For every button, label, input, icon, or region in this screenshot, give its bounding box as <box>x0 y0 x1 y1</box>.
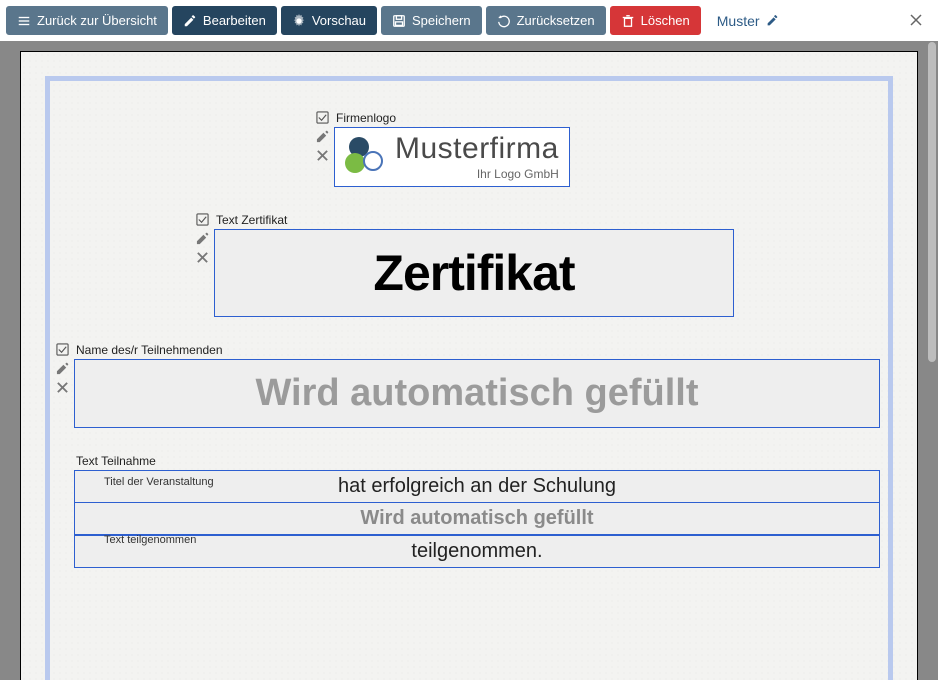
event-title-placeholder[interactable]: Wird automatisch gefüllt <box>74 503 880 535</box>
checkbox-checked-icon[interactable] <box>316 111 329 124</box>
preview-label: Vorschau <box>312 13 366 28</box>
block-participation-text[interactable]: Text Teilnahme Titel der Veranstaltung h… <box>50 454 888 568</box>
edit-label: Bearbeiten <box>203 13 266 28</box>
logo-box[interactable]: Musterfirma Ihr Logo GmbH <box>334 127 570 187</box>
save-icon <box>392 14 406 28</box>
block-tools <box>190 213 214 317</box>
edit-button[interactable]: Bearbeiten <box>172 6 277 35</box>
block-logo[interactable]: Firmenlogo Musterfirma Ihr Logo GmbH <box>50 111 888 187</box>
block-participant-name[interactable]: Name des/r Teilnehmenden Wird automatisc… <box>50 343 888 428</box>
delete-label: Löschen <box>641 13 690 28</box>
pencil-icon <box>766 14 779 27</box>
logo: Musterfirma Ihr Logo GmbH <box>345 134 559 180</box>
undo-icon <box>497 14 511 28</box>
block-tools <box>50 343 74 428</box>
pencil-icon[interactable] <box>196 232 209 245</box>
editor-stage: Firmenlogo Musterfirma Ihr Logo GmbH <box>0 41 938 680</box>
block-label: Text Teilnahme <box>74 454 880 468</box>
block-label: Text Zertifikat <box>214 213 880 227</box>
template-title-area[interactable]: Muster <box>717 13 779 29</box>
toolbar: Zurück zur Übersicht Bearbeiten Vorschau… <box>0 0 938 41</box>
logo-tagline: Ihr Logo GmbH <box>395 168 559 180</box>
delete-button[interactable]: Löschen <box>610 6 701 35</box>
preview-button[interactable]: Vorschau <box>281 6 377 35</box>
participant-name-placeholder[interactable]: Wird automatisch gefüllt <box>74 359 880 428</box>
close-icon[interactable] <box>56 381 69 394</box>
text-line-3[interactable]: teilgenommen. <box>74 535 880 568</box>
reset-label: Zurücksetzen <box>517 13 595 28</box>
pencil-icon <box>183 14 197 28</box>
back-button[interactable]: Zurück zur Übersicht <box>6 6 168 35</box>
checkbox-checked-icon[interactable] <box>196 213 209 226</box>
gear-icon <box>292 14 306 28</box>
close-icon[interactable] <box>316 149 329 162</box>
trash-icon <box>621 14 635 28</box>
certificate-page: Firmenlogo Musterfirma Ihr Logo GmbH <box>20 51 918 680</box>
logo-company: Musterfirma <box>395 134 559 164</box>
block-tools <box>310 111 334 187</box>
close-icon[interactable] <box>196 251 209 264</box>
certificate-frame: Firmenlogo Musterfirma Ihr Logo GmbH <box>45 76 893 680</box>
block-tools <box>50 454 74 568</box>
block-certificate-text[interactable]: Text Zertifikat Zertifikat <box>50 213 888 317</box>
block-label: Firmenlogo <box>334 111 570 125</box>
template-title: Muster <box>717 13 760 29</box>
block-label: Name des/r Teilnehmenden <box>74 343 880 357</box>
certificate-heading[interactable]: Zertifikat <box>214 229 734 317</box>
reset-button[interactable]: Zurücksetzen <box>486 6 606 35</box>
close-icon[interactable] <box>908 12 924 28</box>
back-label: Zurück zur Übersicht <box>37 13 157 28</box>
list-icon <box>17 14 31 28</box>
logo-mark <box>345 137 385 177</box>
pencil-icon[interactable] <box>316 130 329 143</box>
save-label: Speichern <box>412 13 471 28</box>
scrollbar-thumb[interactable] <box>928 42 936 362</box>
text-line-1[interactable]: hat erfolgreich an der Schulung <box>74 470 880 503</box>
checkbox-checked-icon[interactable] <box>56 343 69 356</box>
save-button[interactable]: Speichern <box>381 6 482 35</box>
pencil-icon[interactable] <box>56 362 69 375</box>
